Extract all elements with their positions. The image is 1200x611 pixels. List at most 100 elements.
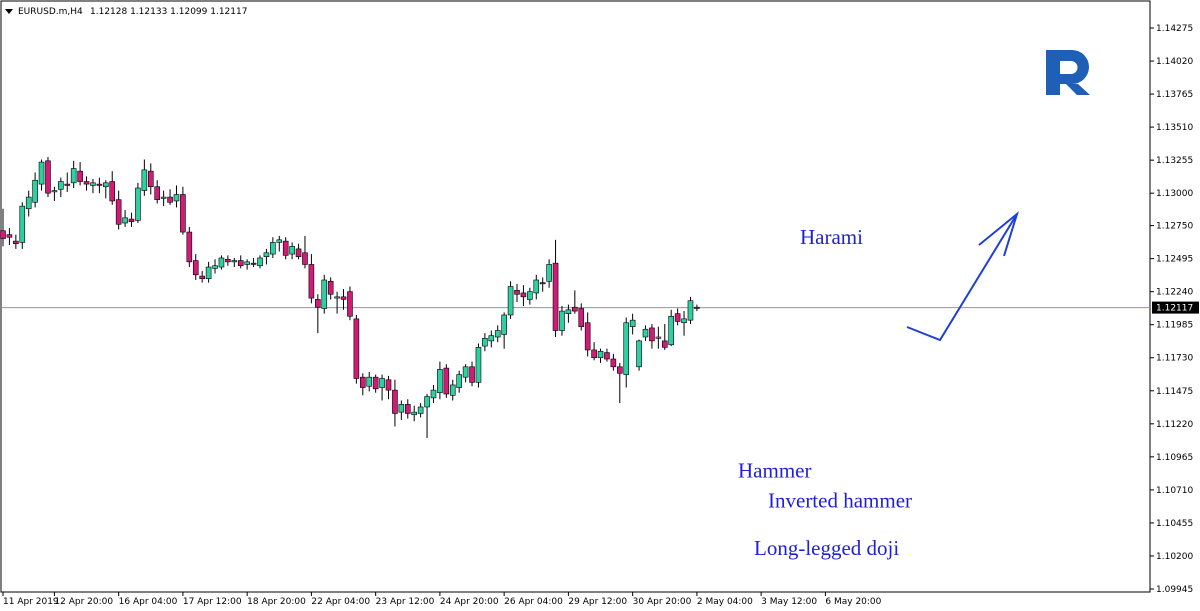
bear-candle-body — [353, 318, 360, 379]
plot-frame — [0, 0, 1151, 593]
y-tick-label: 1.12240 — [1156, 288, 1193, 298]
candle — [353, 314, 360, 384]
bull-candle-body — [58, 181, 64, 190]
bull-candle-body — [482, 337, 488, 347]
bull-candle-body — [90, 182, 96, 186]
annotation-label: Hammer — [738, 458, 811, 482]
chart-container: Harami Hammer Inverted hammer Long-legged d… — [0, 0, 1200, 611]
x-tick-label: 29 Apr 12:00 — [568, 597, 627, 607]
bull-candle-body — [122, 217, 128, 224]
bull-candle-body — [141, 169, 148, 191]
bull-candle-body — [276, 239, 283, 243]
bull-candle-body — [379, 378, 385, 388]
bull-candle-body — [430, 389, 437, 399]
x-tick-label: 3 May 12:00 — [761, 597, 817, 607]
bull-candle-body — [456, 374, 462, 388]
bull-candle-body — [19, 205, 26, 243]
bull-candle-body — [218, 257, 225, 268]
candle — [507, 281, 514, 319]
bear-candle-body — [514, 290, 520, 295]
bull-candle-body — [597, 350, 604, 359]
candle — [687, 296, 694, 325]
bull-candle-body — [668, 315, 675, 346]
bear-candle-body — [584, 322, 591, 351]
bear-candle-body — [578, 308, 585, 327]
y-tick-label: 1.12750 — [1156, 222, 1193, 232]
bear-candle-body — [308, 264, 315, 299]
bull-candle-body — [231, 260, 238, 263]
bear-candle-body — [0, 230, 6, 239]
bear-candle-body — [192, 260, 199, 276]
y-tick-label: 1.13510 — [1156, 123, 1193, 133]
y-tick-label: 1.10965 — [1156, 453, 1193, 463]
candle — [321, 274, 328, 314]
x-tick-label: 18 Apr 20:00 — [247, 597, 306, 607]
bull-candle-body — [437, 369, 443, 394]
bull-candle-body — [270, 242, 276, 255]
bear-candle-body — [694, 306, 700, 309]
bear-candle-body — [443, 367, 450, 395]
bear-candle-body — [392, 389, 398, 414]
bear-candle-body — [13, 240, 19, 245]
bull-candle-body — [636, 340, 642, 368]
bull-candle-body — [546, 264, 552, 282]
bull-candle-body — [366, 376, 373, 387]
bear-candle-body — [469, 366, 475, 383]
bull-candle-body — [38, 161, 45, 185]
bear-candle-body — [250, 262, 257, 265]
candle — [135, 182, 141, 223]
bull-candle-body — [103, 182, 109, 188]
bear-candle-body — [610, 358, 617, 368]
bear-candle-body — [302, 252, 308, 265]
bear-candle-body — [604, 352, 610, 360]
bull-candle-body — [411, 411, 418, 416]
bear-candle-body — [591, 349, 597, 359]
bull-candle-body — [417, 406, 424, 414]
bull-candle-body — [334, 296, 340, 299]
bull-candle-body — [629, 319, 636, 327]
y-tick-label: 1.10200 — [1156, 552, 1193, 562]
bear-candle-body — [96, 183, 103, 186]
x-tick-label: 17 Apr 12:00 — [183, 597, 242, 607]
bull-candle-body — [135, 187, 141, 221]
y-tick-label: 1.13255 — [1156, 156, 1193, 166]
bull-candle-body — [449, 384, 456, 396]
annotation-label: Long-legged doji — [754, 536, 899, 560]
bull-candle-body — [655, 336, 662, 339]
y-tick-label: 1.10455 — [1156, 519, 1193, 529]
bear-candle-body — [237, 260, 244, 267]
candlestick-chart: Harami Hammer Inverted hammer Long-legged d… — [0, 0, 1199, 607]
bull-candle-body — [289, 246, 295, 255]
bull-candle-body — [70, 168, 77, 184]
bull-candle-body — [244, 261, 250, 265]
bear-candle-body — [572, 306, 578, 312]
candle — [186, 226, 193, 268]
y-tick-label: 1.12495 — [1156, 255, 1193, 265]
bear-candle-body — [520, 292, 527, 298]
bull-candle-body — [565, 309, 572, 314]
bear-candle-body — [128, 218, 135, 222]
bull-candle-body — [642, 328, 649, 338]
x-tick-label: 2 May 04:00 — [697, 597, 753, 607]
bear-candle-body — [385, 379, 392, 391]
symbol-header: EURUSD.m,H4 — [18, 7, 83, 17]
y-tick-label: 1.11730 — [1156, 354, 1193, 364]
candle — [475, 343, 482, 388]
bull-candle-body — [501, 314, 507, 335]
bear-candle-body — [340, 296, 347, 300]
x-tick-label: 16 Apr 04:00 — [119, 597, 178, 607]
bear-candle-body — [327, 280, 334, 295]
bull-candle-body — [212, 265, 218, 269]
bull-candle-body — [25, 196, 32, 210]
x-tick-label: 12 Apr 20:00 — [54, 597, 113, 607]
bear-candle-body — [199, 275, 205, 280]
bear-candle-body — [282, 240, 289, 256]
bull-candle-body — [488, 335, 495, 342]
x-tick-label: 23 Apr 12:00 — [376, 597, 435, 607]
annotation-label: Inverted hammer — [768, 488, 912, 512]
bull-candle-body — [173, 194, 180, 202]
y-tick-label: 1.11475 — [1156, 387, 1193, 397]
bear-candle-body — [109, 181, 116, 202]
x-tick-label: 24 Apr 20:00 — [440, 597, 499, 607]
bull-candle-body — [494, 330, 501, 338]
